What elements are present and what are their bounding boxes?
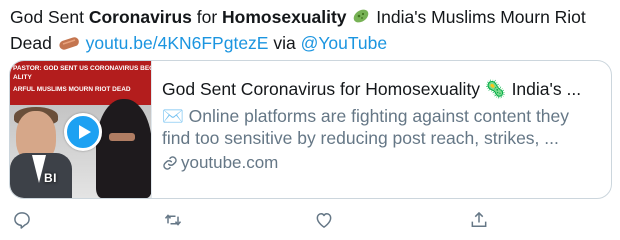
tweet-text-lead: God Sent [10, 7, 89, 27]
tweet-via-handle[interactable]: @YouTube [301, 33, 388, 53]
link-preview-card[interactable]: PASTOR: GOD SENT US CORONAVIRUS BECAUSE … [9, 60, 612, 199]
tweet-keyword-homosexuality: Homosexuality [222, 7, 347, 27]
tweet-keyword-coronavirus: Coronavirus [88, 7, 192, 27]
thumbnail-line-3: ARFUL MUSLIMS MOURN RIOT DEAD [13, 86, 131, 93]
thumbnail-line-2: ALITY [13, 74, 32, 81]
tweet-via-text: via [268, 33, 301, 53]
tweet-actions [0, 205, 620, 235]
card-body[interactable]: God Sent Coronavirus for Homosexuality 🦠… [162, 78, 602, 174]
card-description: ✉️ Online platforms are fighting against… [162, 105, 602, 149]
share-icon [471, 211, 487, 227]
tweet-text-mid: for [191, 7, 223, 27]
like-icon [316, 213, 332, 228]
share-button[interactable] [466, 207, 492, 233]
like-button[interactable] [311, 207, 337, 233]
reply-icon [14, 212, 30, 229]
microbe-emoji-icon [351, 7, 371, 31]
thumbnail-watermark: BI [44, 171, 57, 185]
envelope-emoji-icon: ✉️ [162, 106, 184, 126]
retweet-button[interactable] [160, 207, 186, 233]
card-description-text: Online platforms are fighting against co… [162, 106, 570, 148]
card-domain[interactable]: youtube.com [162, 152, 602, 174]
tweet-text: God Sent Coronavirus for Homosexuality I… [10, 5, 610, 57]
reply-button[interactable] [9, 207, 35, 233]
thumbnail-line-1: PASTOR: GOD SENT US CORONAVIRUS BECAUSE [13, 65, 151, 72]
card-thumbnail[interactable]: PASTOR: GOD SENT US CORONAVIRUS BECAUSE … [10, 61, 152, 198]
thumbnail-veiled-person [96, 99, 151, 198]
link-icon [163, 156, 177, 170]
thumbnail-veil-eyes [109, 133, 135, 141]
card-title[interactable]: God Sent Coronavirus for Homosexuality 🦠… [162, 78, 602, 100]
card-domain-text: youtube.com [181, 153, 279, 172]
tweet-link-url[interactable]: youtu.be/4KN6FPgtezE [86, 33, 269, 53]
play-icon[interactable] [64, 113, 102, 151]
sausage-emoji-icon [57, 33, 81, 57]
retweet-icon [164, 214, 182, 226]
